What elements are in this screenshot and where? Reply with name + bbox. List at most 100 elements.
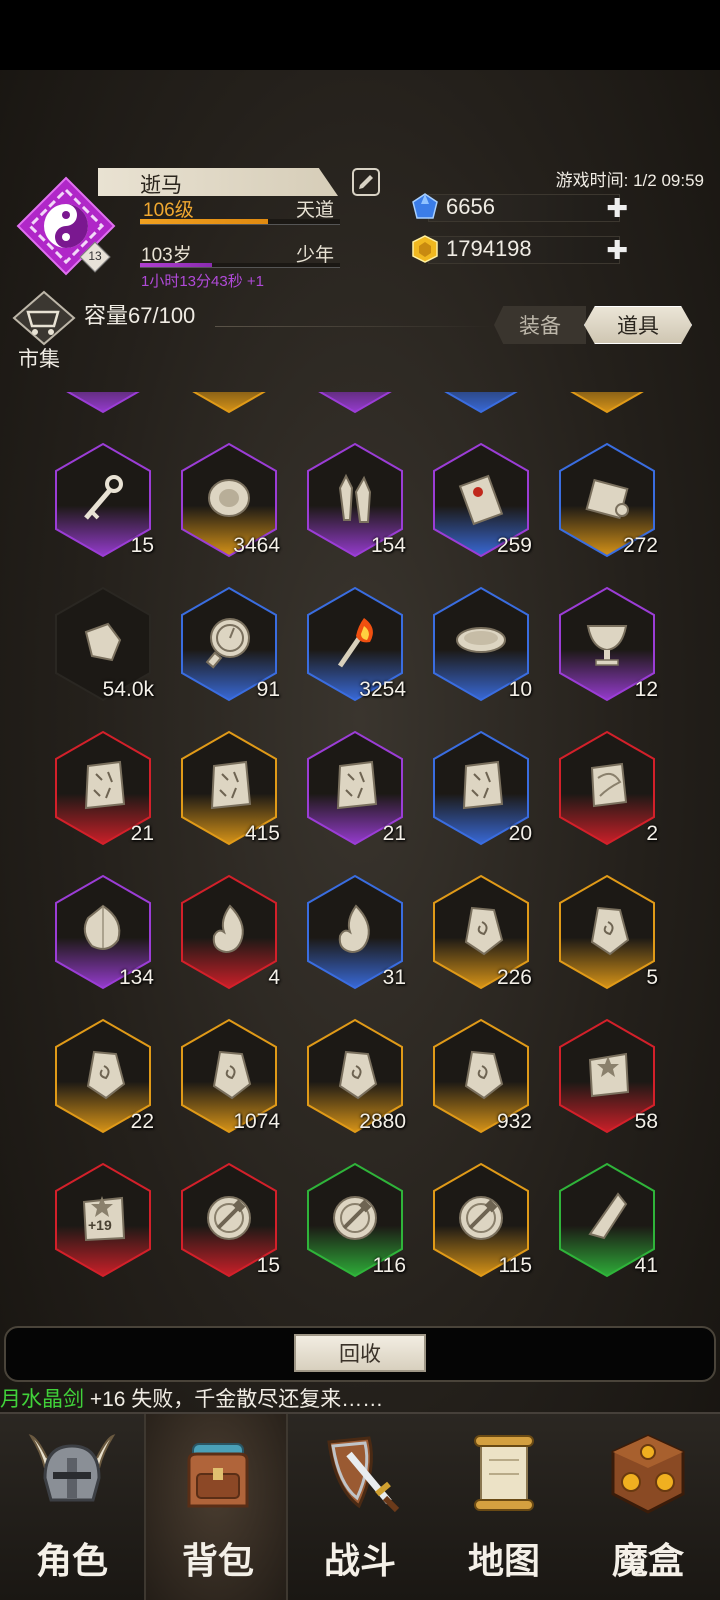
inventory-item[interactable]: 1074 — [178, 1016, 280, 1136]
tab-equipment[interactable]: 装备 — [494, 306, 586, 344]
item-count: 5 — [646, 966, 658, 989]
inventory-item[interactable]: 15 — [52, 440, 154, 560]
age-progress-bar — [140, 263, 340, 268]
player-realm: 天道 — [296, 200, 335, 221]
add-gold-button[interactable]: ✚ — [606, 236, 628, 264]
map-scroll-icon — [474, 1435, 534, 1511]
gold-resource: 1794198 ✚ — [410, 235, 632, 265]
inventory-item[interactable]: 7 — [556, 392, 658, 416]
sealed-scroll-icon — [458, 474, 504, 526]
inventory-item[interactable]: +19 — [52, 1160, 154, 1280]
nav-map[interactable]: 地图 — [432, 1414, 576, 1600]
inventory-item[interactable]: 134 — [52, 872, 154, 992]
item-count: 58 — [634, 1110, 658, 1133]
inventory-item[interactable]: 31 — [304, 872, 406, 992]
news-ticker: 月水晶剑 +16 失败，千金散尽还复来…… — [0, 1383, 383, 1413]
inventory-item[interactable]: 54.0k — [52, 584, 154, 704]
gold-amount: 1794198 — [446, 236, 532, 261]
nav-character[interactable]: 角色 — [0, 1414, 144, 1600]
inventory-item[interactable]: 41 — [556, 1160, 658, 1280]
item-count: 134 — [118, 966, 154, 989]
age-timer: 1小时13分43秒 +1 — [141, 273, 264, 290]
item-count: 932 — [496, 1110, 532, 1133]
item-count: 54.0k — [102, 678, 154, 701]
item-count: 21 — [130, 822, 154, 845]
inventory-item[interactable]: 1526 — [430, 392, 532, 416]
inventory-item[interactable]: 115 — [430, 1160, 532, 1280]
gem-amount: 6656 — [446, 194, 495, 219]
inventory-item[interactable]: 2 — [556, 728, 658, 848]
item-count: 91 — [256, 678, 280, 701]
rune-tablet-icon — [336, 760, 378, 810]
bowl-icon — [456, 627, 506, 653]
edit-name-button[interactable] — [352, 168, 380, 196]
tab-items[interactable]: 道具 — [584, 306, 692, 344]
nav-battle[interactable]: 战斗 — [288, 1414, 432, 1600]
chalice-icon — [586, 625, 628, 666]
rune-stone-icon — [338, 1050, 378, 1100]
rune-tablet-icon — [462, 760, 504, 810]
inventory-item[interactable]: 58 — [556, 1016, 658, 1136]
level-progress-fill — [140, 219, 268, 224]
inventory-item[interactable]: 4 — [178, 872, 280, 992]
inventory-item[interactable]: 15 — [178, 1160, 280, 1280]
shard-icon — [588, 1192, 628, 1240]
nav-magic-box[interactable]: 魔盒 — [576, 1414, 720, 1600]
market-button[interactable] — [8, 290, 80, 346]
item-count: 115 — [498, 1254, 532, 1277]
inventory-item[interactable]: 116 — [304, 1160, 406, 1280]
inventory-item[interactable]: 141 — [178, 392, 280, 416]
inventory-item[interactable]: 21 — [52, 728, 154, 848]
nav-label: 地图 — [467, 1540, 540, 1581]
inventory-item[interactable]: 1921 — [304, 392, 406, 416]
item-count: 15 — [256, 1254, 280, 1277]
item-count: 154 — [370, 534, 406, 557]
nav-label: 战斗 — [323, 1540, 396, 1581]
item-count: 415 — [244, 822, 280, 845]
item-count: 3254 — [359, 678, 406, 701]
inventory-item[interactable]: 20 — [430, 728, 532, 848]
inventory-item[interactable]: 415 — [178, 728, 280, 848]
gold-coin-icon — [412, 235, 438, 263]
inventory-item[interactable]: 272 — [556, 440, 658, 560]
item-count: 2880 — [359, 1110, 406, 1133]
item-count: 1074 — [233, 1110, 280, 1133]
level-badge-text: 13 — [88, 249, 102, 263]
bag-capacity: 容量67/100 — [84, 303, 196, 328]
inventory-item[interactable]: 91 — [178, 584, 280, 704]
hammer-medal-icon — [333, 1196, 377, 1240]
hammer-medal-icon — [207, 1196, 251, 1240]
item-count: 272 — [622, 534, 658, 557]
inventory-item[interactable]: 101 — [52, 392, 154, 416]
level-progress-bar — [140, 219, 340, 225]
recycle-button[interactable]: 回收 — [294, 1334, 426, 1372]
flame-icon — [338, 904, 370, 954]
bottom-nav: 角色 背包 战斗 地图 魔盒 — [0, 1412, 720, 1600]
item-count: 22 — [130, 1110, 154, 1133]
inventory-item[interactable]: 2880 — [304, 1016, 406, 1136]
backpack-icon — [187, 1443, 249, 1508]
item-count: 12 — [634, 678, 658, 701]
inventory-item[interactable]: 3254 — [304, 584, 406, 704]
inventory-item[interactable]: 5 — [556, 872, 658, 992]
inventory-item[interactable]: 932 — [430, 1016, 532, 1136]
item-count: 4 — [268, 966, 280, 989]
name-banner — [98, 168, 338, 196]
inventory-item[interactable]: 154 — [304, 440, 406, 560]
item-frame — [318, 392, 392, 414]
inventory-item[interactable]: 12 — [556, 584, 658, 704]
plus-scroll-icon: +19 — [82, 1196, 126, 1242]
item-count: 20 — [508, 822, 532, 845]
inventory-item[interactable]: 259 — [430, 440, 532, 560]
inventory-item[interactable]: 21 — [304, 728, 406, 848]
inventory-item[interactable]: 3464 — [178, 440, 280, 560]
add-gem-button[interactable]: ✚ — [606, 194, 628, 222]
nav-backpack[interactable]: 背包 — [144, 1414, 288, 1600]
inventory-item[interactable]: 22 — [52, 1016, 154, 1136]
crystal-icon — [338, 473, 372, 523]
inventory-item[interactable]: 226 — [430, 872, 532, 992]
inventory-item[interactable]: 10 — [430, 584, 532, 704]
sword-shield-icon — [327, 1436, 400, 1513]
nav-label: 背包 — [181, 1540, 254, 1581]
gem-resource: 6656 ✚ — [410, 193, 632, 223]
